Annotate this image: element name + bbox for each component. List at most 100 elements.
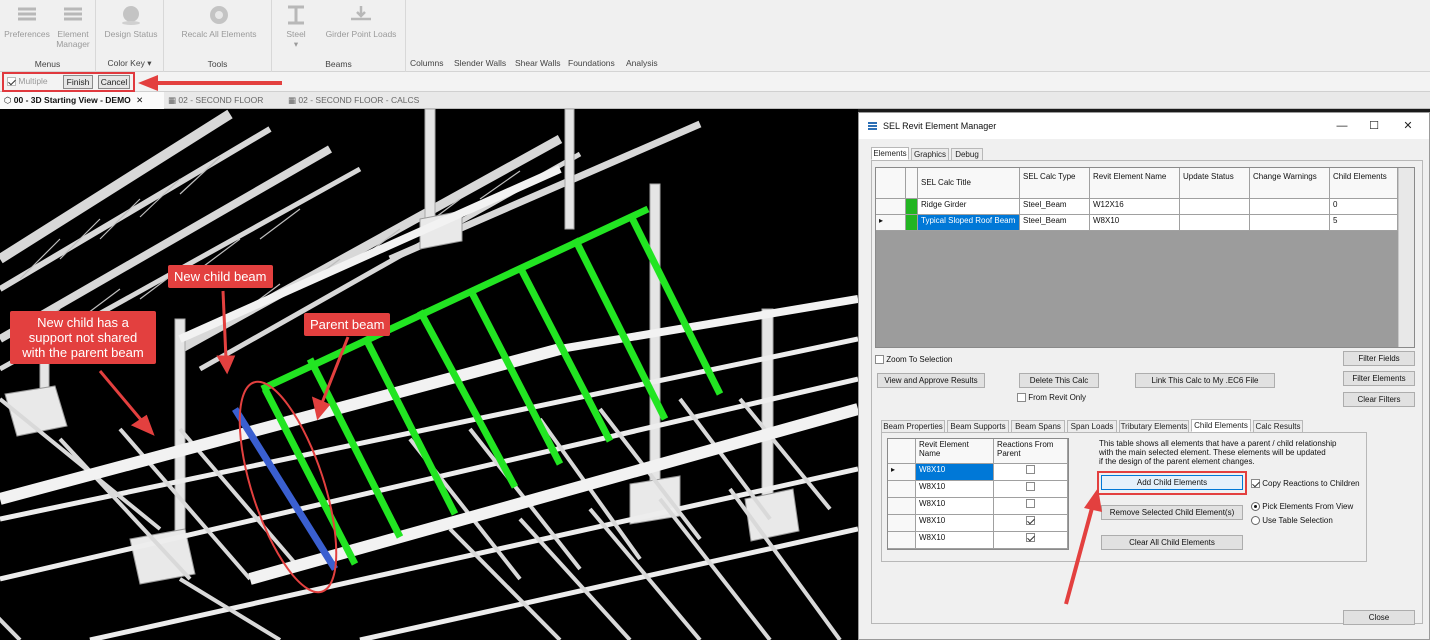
checked-checkbox-icon <box>1026 516 1035 526</box>
table-cell[interactable]: 5 <box>1330 215 1398 231</box>
col-header-sel-calc-type[interactable]: SEL Calc Type <box>1020 168 1090 199</box>
copy-reactions-checkbox[interactable]: Copy Reactions to Children <box>1251 479 1360 489</box>
table-cell[interactable] <box>1250 215 1330 231</box>
view-tab-second-floor[interactable]: ▦ 02 - SECOND FLOOR <box>168 92 284 109</box>
table-scrollbar[interactable] <box>1398 168 1414 347</box>
point-load-icon <box>351 6 371 21</box>
table-cell[interactable]: W8X10 <box>916 498 994 515</box>
table-cell[interactable] <box>1180 215 1250 231</box>
maximize-icon: ☐ <box>1369 120 1379 132</box>
table-cell[interactable]: Steel_Beam <box>1020 215 1090 231</box>
ribbon-tab-slender-walls[interactable]: Slender Walls <box>454 58 506 68</box>
girder-point-loads-button[interactable]: Girder Point Loads <box>320 4 402 39</box>
table-cell[interactable]: Ridge Girder <box>918 199 1020 215</box>
callout-parent-beam: Parent beam <box>304 313 391 336</box>
col-header-update-status[interactable]: Update Status <box>1180 168 1250 199</box>
add-child-elements-button[interactable]: Add Child Elements <box>1101 475 1243 490</box>
row-header[interactable] <box>876 199 906 215</box>
use-table-radio[interactable]: Use Table Selection <box>1251 516 1333 526</box>
filter-fields-button[interactable]: Filter Fields <box>1343 351 1415 366</box>
cancel-button[interactable]: Cancel <box>98 75 130 89</box>
multiple-checkbox[interactable]: Multiple <box>7 76 48 87</box>
table-cell[interactable]: 0 <box>1330 199 1398 215</box>
elements-table[interactable]: SEL Calc Title SEL Calc Type Revit Eleme… <box>875 167 1415 348</box>
recalc-all-button[interactable]: Recalc All Elements <box>174 4 264 39</box>
table-cell[interactable]: W8X10 <box>916 515 994 532</box>
view-tab-second-floor-calcs[interactable]: ▦ 02 - SECOND FLOOR - CALCS <box>288 92 438 109</box>
filter-elements-button[interactable]: Filter Elements <box>1343 371 1415 386</box>
tab-elements[interactable]: Elements <box>871 147 909 160</box>
view-approve-results-button[interactable]: View and Approve Results <box>877 373 985 388</box>
child-elements-table[interactable]: Revit Element Name Reactions From Parent… <box>887 438 1069 550</box>
steel-label: Steel <box>286 29 306 39</box>
remove-child-button[interactable]: Remove Selected Child Element(s) <box>1101 505 1243 520</box>
checkbox-icon <box>875 355 884 365</box>
3d-viewport[interactable]: New child beam Parent beam New child has… <box>0 109 858 640</box>
finish-button[interactable]: Finish <box>63 75 93 89</box>
table-cell[interactable] <box>1180 199 1250 215</box>
dialog-title: SEL Revit Element Manager <box>883 121 997 131</box>
ribbon-tab-columns[interactable]: Columns <box>410 58 444 68</box>
i-beam-icon <box>288 5 304 25</box>
table-cell-selected[interactable]: W8X10 <box>916 464 994 481</box>
table-cell[interactable]: W8X10 <box>1090 215 1180 231</box>
table-cell[interactable]: Steel_Beam <box>1020 199 1090 215</box>
table-cell[interactable]: W12X16 <box>1090 199 1180 215</box>
element-manager-button[interactable]: Element Manager <box>52 4 94 49</box>
row-header-current[interactable]: ▸ <box>888 464 916 481</box>
steel-button[interactable]: Steel ▾ <box>280 4 312 49</box>
ribbon-tab-analysis[interactable]: Analysis <box>626 58 658 68</box>
color-key-dropdown[interactable]: Color Key ▾ <box>96 58 163 69</box>
row-header-current[interactable]: ▸ <box>876 215 906 231</box>
close-window-button[interactable]: ✕ <box>1393 117 1423 135</box>
table-cell-selected[interactable]: Typical Sloped Roof Beam <box>918 215 1020 231</box>
table-cell[interactable] <box>1250 199 1330 215</box>
ribbon-group-color-key: Design Status Color Key ▾ <box>96 0 164 72</box>
app-logo-icon <box>867 120 878 131</box>
clear-child-button[interactable]: Clear All Child Elements <box>1101 535 1243 550</box>
col-header-revit-element-name[interactable]: Revit Element Name <box>916 439 994 464</box>
radio-selected-icon <box>1251 502 1260 512</box>
element-manager-label-2: Manager <box>56 39 90 49</box>
multiple-label: Multiple <box>18 76 48 86</box>
status-color-header <box>906 168 918 199</box>
reactions-checkbox-cell[interactable] <box>994 464 1068 481</box>
dialog-title-bar[interactable]: SEL Revit Element Manager — ☐ ✕ <box>859 113 1429 139</box>
design-status-button[interactable]: Design Status <box>100 4 162 39</box>
col-header-child-elements[interactable]: Child Elements <box>1330 168 1398 199</box>
from-revit-only-checkbox[interactable]: From Revit Only <box>1017 393 1086 403</box>
maximize-button[interactable]: ☐ <box>1359 117 1389 135</box>
pick-elements-radio[interactable]: Pick Elements From View <box>1251 502 1353 512</box>
close-button[interactable]: Close <box>1343 610 1415 625</box>
view-tab-3d[interactable]: ⬡ 00 - 3D Starting View - DEMO ✕ <box>0 92 164 109</box>
preferences-button[interactable]: Preferences <box>4 4 50 39</box>
col-header-reactions-from-parent[interactable]: Reactions From Parent <box>994 439 1068 464</box>
link-calc-button[interactable]: Link This Calc to My .EC6 File <box>1135 373 1275 388</box>
caret-down-icon: ▾ <box>147 58 152 68</box>
3d-view-icon: ⬡ <box>4 95 12 105</box>
col-header-revit-element-name[interactable]: Revit Element Name <box>1090 168 1180 199</box>
col-header-sel-calc-title[interactable]: SEL Calc Title <box>918 168 1020 199</box>
zoom-to-selection-checkbox[interactable]: Zoom To Selection <box>875 355 952 365</box>
row-header[interactable] <box>888 498 916 515</box>
ribbon-tab-foundations[interactable]: Foundations <box>568 58 615 68</box>
row-header[interactable] <box>888 481 916 498</box>
row-header[interactable] <box>888 515 916 532</box>
close-icon: ✕ <box>1403 120 1413 132</box>
table-cell[interactable]: W8X10 <box>916 532 994 549</box>
view-tab-second-floor-label: 02 - SECOND FLOOR <box>178 95 264 105</box>
ribbon: Preferences Element Manager Menus Design… <box>0 0 1430 72</box>
col-header-change-warnings[interactable]: Change Warnings <box>1250 168 1330 199</box>
row-header[interactable] <box>888 532 916 549</box>
clear-filters-button[interactable]: Clear Filters <box>1343 392 1415 407</box>
delete-calc-button[interactable]: Delete This Calc <box>1019 373 1099 388</box>
minimize-button[interactable]: — <box>1327 117 1357 135</box>
table-cell[interactable]: W8X10 <box>916 481 994 498</box>
callout-new-child-beam: New child beam <box>168 265 273 288</box>
color-key-label: Color Key <box>107 58 145 68</box>
close-icon[interactable]: ✕ <box>136 95 143 105</box>
ribbon-tab-shear-walls[interactable]: Shear Walls <box>515 58 561 68</box>
design-status-label: Design Status <box>104 29 158 39</box>
row-header-corner <box>876 168 906 199</box>
tab-child-elements[interactable]: Child Elements <box>1191 419 1251 432</box>
